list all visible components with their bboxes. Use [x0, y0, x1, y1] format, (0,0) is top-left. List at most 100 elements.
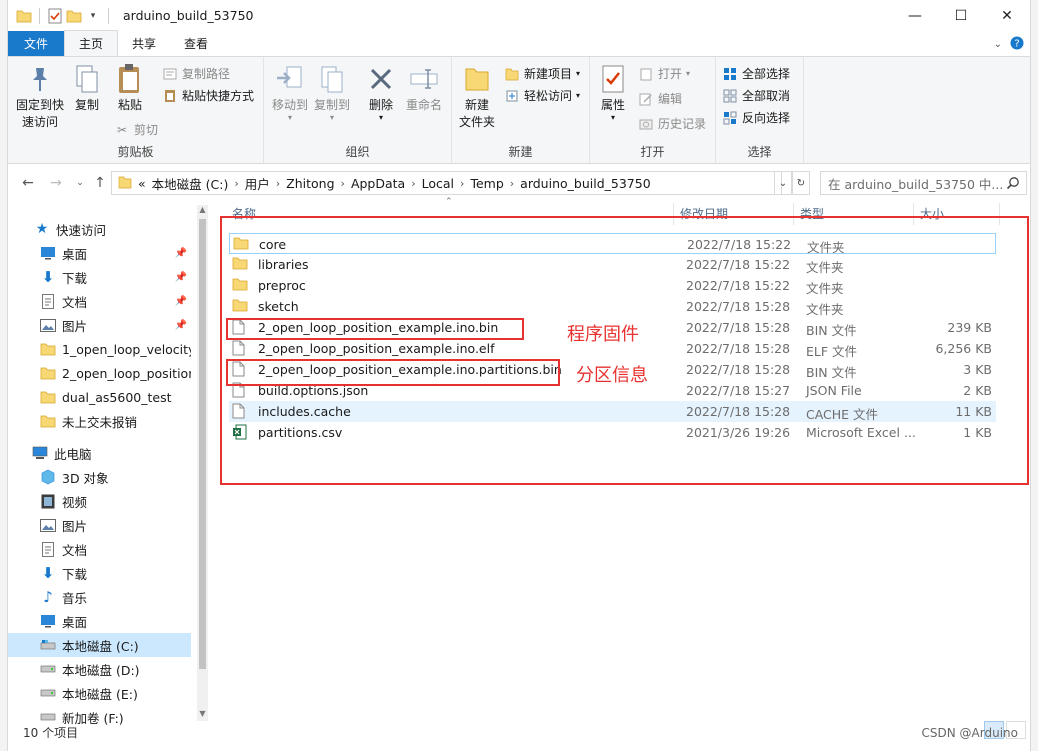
- address-bar[interactable]: « 本地磁盘 (C:) › 用户 › Zhitong › AppData › L…: [111, 171, 782, 195]
- nav-pc-drive-e[interactable]: 本地磁盘 (E:): [8, 681, 191, 705]
- scrollbar-thumb[interactable]: [199, 219, 206, 669]
- nav-pc-music[interactable]: ♪ 音乐: [8, 585, 191, 609]
- select-none-button[interactable]: 全部取消: [722, 87, 790, 104]
- search-icon[interactable]: [1006, 176, 1020, 193]
- tab-share[interactable]: 共享: [118, 31, 170, 56]
- edit-button[interactable]: 编辑: [638, 90, 682, 107]
- nav-quick-folder[interactable]: dual_as5600_test: [8, 385, 191, 409]
- nav-quick-folder[interactable]: 2_open_loop_position_: [8, 361, 191, 385]
- scroll-down-icon[interactable]: ▼: [197, 709, 208, 721]
- help-icon[interactable]: ?: [1010, 36, 1024, 53]
- item-count: 10 个项目: [23, 726, 79, 740]
- properties-button[interactable]: 属性 ▾: [596, 63, 630, 122]
- breadcrumb-item[interactable]: Temp: [470, 176, 503, 191]
- pin-icon[interactable]: 📌: [175, 296, 187, 307]
- open-button[interactable]: 打开 ▾: [638, 65, 690, 82]
- nav-label: 音乐: [62, 590, 88, 606]
- delete-button[interactable]: 删除 ▾: [364, 63, 398, 122]
- nav-quick-documents[interactable]: 文档 📌: [8, 289, 191, 313]
- cut-button[interactable]: ✂ 剪切: [114, 121, 158, 138]
- close-icon[interactable]: ✕: [984, 0, 1030, 31]
- nav-pc-downloads[interactable]: ⬇ 下载: [8, 561, 191, 585]
- nav-pc-3d-objects[interactable]: 3D 对象: [8, 465, 191, 489]
- pin-quick-access-button[interactable]: 固定到快 速访问: [14, 63, 66, 131]
- breadcrumb-item[interactable]: Zhitong: [286, 176, 334, 191]
- tab-file[interactable]: 文件: [8, 31, 64, 56]
- nav-pc-desktop[interactable]: 桌面: [8, 609, 191, 633]
- new-folder-icon[interactable]: [66, 8, 82, 24]
- copy-button[interactable]: 复制: [70, 63, 104, 114]
- easy-access-button[interactable]: 轻松访问 ▾: [504, 87, 580, 104]
- search-input[interactable]: 在 arduino_build_53750 中...: [820, 171, 1027, 195]
- scroll-up-icon[interactable]: ▲: [197, 205, 208, 217]
- chevron-down-icon[interactable]: ⌄: [774, 171, 792, 195]
- new-item-icon: [504, 66, 520, 82]
- nav-pc-documents[interactable]: 文档: [8, 537, 191, 561]
- maximize-icon[interactable]: ☐: [938, 0, 984, 31]
- breadcrumb-item[interactable]: AppData: [351, 176, 405, 191]
- nav-quick-downloads[interactable]: ⬇ 下载 📌: [8, 265, 191, 289]
- properties-icon[interactable]: [47, 8, 63, 24]
- copy-path-button[interactable]: 复制路径: [162, 65, 230, 82]
- nav-label: 下载: [62, 566, 88, 582]
- paste-button[interactable]: 粘贴: [112, 63, 148, 114]
- rename-button[interactable]: 重命名: [404, 63, 444, 114]
- new-folder-label: 新建 文件夹: [458, 98, 495, 129]
- chevron-down-icon: ▾: [576, 91, 581, 100]
- chevron-right-icon[interactable]: ›: [341, 177, 345, 190]
- annotation-box-firmware: [226, 318, 524, 340]
- chevron-right-icon[interactable]: ›: [510, 177, 514, 190]
- breadcrumb-item[interactable]: 用户: [245, 174, 270, 193]
- edit-icon: [638, 91, 654, 107]
- minimize-icon[interactable]: —: [892, 0, 938, 31]
- new-item-button[interactable]: 新建项目 ▾: [504, 65, 580, 82]
- nav-pc-videos[interactable]: 视频: [8, 489, 191, 513]
- address-buttons: ⌄ ↻: [774, 171, 810, 195]
- new-folder-button[interactable]: 新建 文件夹: [456, 63, 498, 131]
- recent-locations-chevron-icon[interactable]: ⌄: [70, 173, 90, 193]
- move-to-button[interactable]: 移动到 ▾: [270, 63, 310, 122]
- open-label: 打开: [658, 67, 683, 81]
- chevron-down-icon: ▾: [686, 69, 691, 78]
- breadcrumb-item[interactable]: 本地磁盘 (C:): [152, 174, 229, 193]
- copy-to-label: 复制到: [313, 98, 350, 112]
- nav-this-pc[interactable]: 此电脑: [8, 441, 191, 465]
- copy-to-button[interactable]: 复制到 ▾: [312, 63, 352, 122]
- cube-icon: [40, 469, 56, 485]
- chevron-down-icon[interactable]: ▾: [85, 8, 101, 24]
- chevron-right-icon[interactable]: ›: [460, 177, 464, 190]
- nav-scrollbar[interactable]: ▲ ▼: [197, 205, 208, 721]
- chevron-right-icon[interactable]: ›: [411, 177, 415, 190]
- select-all-button[interactable]: 全部选择: [722, 65, 790, 82]
- nav-pc-pictures[interactable]: 图片: [8, 513, 191, 537]
- paste-shortcut-button[interactable]: 粘贴快捷方式: [162, 87, 254, 104]
- nav-quick-access[interactable]: ★ 快速访问: [8, 217, 191, 241]
- pin-icon[interactable]: 📌: [175, 320, 187, 331]
- pin-icon[interactable]: 📌: [175, 248, 187, 259]
- nav-quick-pictures[interactable]: 图片 📌: [8, 313, 191, 337]
- chevron-right-icon[interactable]: ›: [276, 177, 280, 190]
- nav-pc-drive-c[interactable]: 本地磁盘 (C:): [8, 633, 191, 657]
- history-button[interactable]: 历史记录: [638, 115, 706, 132]
- invert-selection-button[interactable]: 反向选择: [722, 109, 790, 126]
- pin-icon[interactable]: 📌: [175, 272, 187, 283]
- chevron-right-icon[interactable]: ›: [234, 177, 238, 190]
- chevron-down-icon[interactable]: ⌄: [994, 39, 1002, 50]
- up-arrow-icon[interactable]: ↑: [90, 173, 110, 193]
- group-label-organize: 组织: [345, 145, 370, 159]
- nav-quick-desktop[interactable]: 桌面 📌: [8, 241, 191, 265]
- nav-quick-folder[interactable]: 1_open_loop_velocity_e: [8, 337, 191, 361]
- breadcrumb-item[interactable]: arduino_build_53750: [520, 176, 650, 191]
- group-open: 属性 ▾ 打开 ▾ 编辑 历史记录 打开: [590, 57, 716, 163]
- refresh-icon[interactable]: ↻: [792, 171, 810, 195]
- breadcrumb-prefix[interactable]: «: [138, 176, 146, 191]
- chevron-down-icon: ▾: [576, 69, 581, 78]
- tab-view[interactable]: 查看: [170, 31, 222, 56]
- nav-quick-folder[interactable]: 未上交未报销: [8, 409, 191, 433]
- tab-home[interactable]: 主页: [64, 30, 119, 56]
- back-arrow-icon[interactable]: ←: [18, 173, 38, 193]
- breadcrumb-item[interactable]: Local: [422, 176, 454, 191]
- drive-icon: [40, 637, 56, 653]
- nav-pc-drive-d[interactable]: 本地磁盘 (D:): [8, 657, 191, 681]
- forward-arrow-icon[interactable]: →: [46, 173, 66, 193]
